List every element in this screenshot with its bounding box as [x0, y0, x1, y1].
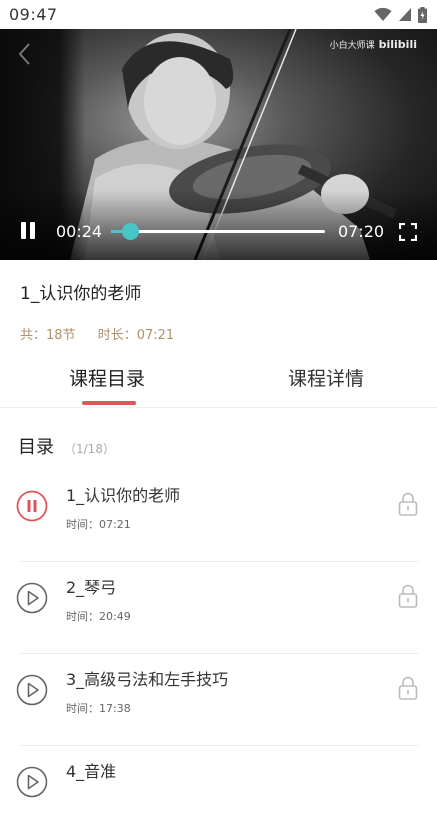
- wifi-icon: [374, 7, 392, 21]
- course-meta: 共：18节 时长：07:21: [20, 324, 192, 343]
- chevron-left-icon: [18, 43, 30, 65]
- tab-course-catalog[interactable]: 课程目录: [69, 364, 145, 391]
- channel-watermark: 小白大师课 bilibili: [330, 38, 417, 51]
- total-time: 07:20: [338, 222, 385, 241]
- pause-button[interactable]: [19, 222, 37, 242]
- watermark-text: 小白大师课: [329, 41, 375, 51]
- seek-bar[interactable]: [111, 223, 325, 240]
- tab-course-details[interactable]: 课程详情: [288, 364, 364, 391]
- fullscreen-icon: [398, 222, 418, 242]
- fullscreen-button[interactable]: [398, 222, 418, 242]
- course-title: 1_认识你的老师: [20, 284, 142, 304]
- status-bar: 09:47: [0, 0, 437, 29]
- lesson-title: 4_音准: [66, 762, 117, 781]
- status-time: 09:47: [9, 5, 58, 24]
- bilibili-logo: bilibili: [378, 38, 417, 51]
- lesson-duration: 时间：17:38: [66, 702, 131, 715]
- play-circle-icon[interactable]: [16, 674, 48, 706]
- lesson-duration: 时间：07:21: [66, 518, 131, 531]
- player-controls: 00:24 07:20: [0, 218, 437, 246]
- catalog-progress: （1/18）: [64, 442, 115, 456]
- lesson-title: 2_琴弓: [66, 578, 117, 597]
- lesson-title: 3_高级弓法和左手技巧: [66, 670, 229, 689]
- lesson-item[interactable]: 2_琴弓 时间：20:49: [0, 562, 437, 654]
- play-circle-icon[interactable]: [16, 582, 48, 614]
- lesson-count: 共：18节: [20, 328, 76, 343]
- seek-bar-thumb[interactable]: [122, 223, 140, 240]
- play-circle-icon[interactable]: [16, 766, 48, 798]
- catalog-header: 目录 （1/18）: [18, 433, 115, 459]
- battery-charging-icon: [418, 6, 427, 23]
- lesson-duration: 时间：20:49: [66, 610, 131, 623]
- tab-bar: 课程目录 课程详情: [0, 356, 437, 408]
- lesson-item[interactable]: 4_音准: [0, 746, 437, 838]
- lock-icon: [398, 492, 418, 516]
- pause-icon: [21, 222, 26, 239]
- catalog-heading: 目录: [18, 437, 54, 458]
- lock-icon: [398, 584, 418, 608]
- pause-circle-icon[interactable]: [16, 490, 48, 522]
- lock-icon: [398, 676, 418, 700]
- lesson-item[interactable]: 3_高级弓法和左手技巧 时间：17:38: [0, 654, 437, 746]
- cellular-signal-icon: [399, 8, 411, 21]
- course-duration: 时长：07:21: [97, 328, 175, 343]
- status-icons: [374, 6, 427, 23]
- current-time: 00:24: [56, 222, 103, 241]
- tab-active-indicator: [82, 401, 136, 405]
- lesson-title: 1_认识你的老师: [66, 486, 181, 505]
- lesson-item[interactable]: 1_认识你的老师 时间：07:21: [0, 470, 437, 562]
- back-button[interactable]: [14, 41, 36, 67]
